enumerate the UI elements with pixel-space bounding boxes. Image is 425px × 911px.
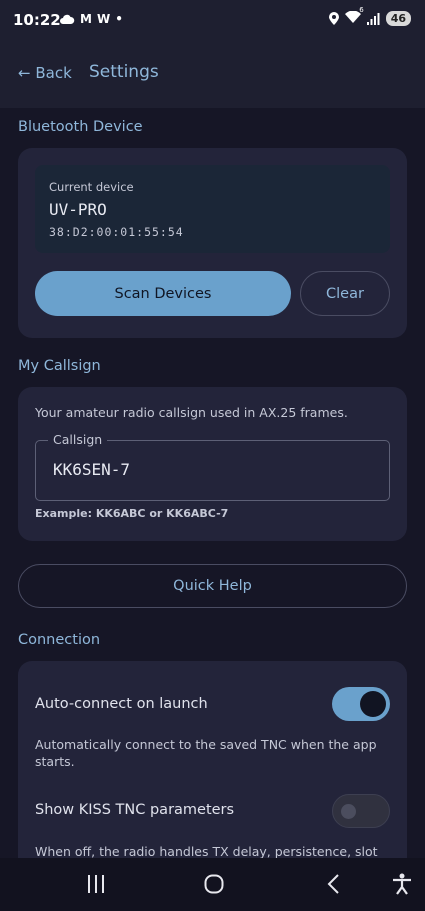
- signal-icon: [366, 12, 380, 25]
- auto-connect-toggle[interactable]: [332, 687, 390, 721]
- status-left-icons: M W •: [59, 12, 123, 26]
- quick-help-button[interactable]: Quick Help: [18, 564, 407, 608]
- kiss-params-description: When off, the radio handles TX delay, pe…: [35, 844, 378, 858]
- section-title-connection: Connection: [18, 632, 101, 648]
- app-header: ← Back Settings: [0, 40, 425, 108]
- current-device-box: Current device UV-PRO 38:D2:00:01:55:54: [35, 165, 390, 253]
- connection-card: Auto-connect on launch Automatically con…: [18, 661, 407, 858]
- callsign-card: Your amateur radio callsign used in AX.2…: [18, 387, 407, 541]
- back-icon[interactable]: [326, 874, 340, 894]
- cloud-icon: [60, 14, 75, 24]
- page-title: Settings: [89, 62, 159, 82]
- battery-indicator: 46: [385, 11, 411, 26]
- bluetooth-card: Current device UV-PRO 38:D2:00:01:55:54 …: [18, 148, 407, 338]
- settings-content[interactable]: Bluetooth Device Current device UV-PRO 3…: [0, 108, 425, 858]
- system-nav-bar: [0, 858, 425, 911]
- back-button[interactable]: ← Back: [18, 64, 72, 82]
- auto-connect-description: Automatically connect to the saved TNC w…: [35, 737, 377, 769]
- callsign-hint: Example: KK6ABC or KK6ABC-7: [35, 507, 229, 520]
- callsign-field[interactable]: Callsign KK6SEN-7: [35, 432, 390, 501]
- toggle-knob: [341, 804, 356, 819]
- callsign-description: Your amateur radio callsign used in AX.2…: [35, 405, 348, 420]
- location-icon: [328, 12, 339, 25]
- device-mac-address: 38:D2:00:01:55:54: [49, 225, 184, 239]
- dot-icon: •: [115, 12, 123, 26]
- wifi-badge: 6: [359, 6, 364, 14]
- clear-device-button[interactable]: Clear: [300, 271, 390, 316]
- status-time: 10:22: [13, 11, 61, 29]
- scan-devices-button[interactable]: Scan Devices: [35, 271, 291, 316]
- recent-apps-icon[interactable]: [87, 875, 105, 893]
- toggle-knob: [360, 691, 386, 717]
- status-right-icons: 6 46: [328, 6, 411, 26]
- auto-connect-label: Auto-connect on launch: [35, 696, 208, 712]
- home-icon[interactable]: [204, 874, 224, 894]
- w-app-icon: W: [96, 12, 111, 26]
- gmail-icon: M: [80, 12, 92, 26]
- callsign-field-label: Callsign: [48, 432, 108, 447]
- callsign-input[interactable]: KK6SEN-7: [53, 460, 130, 479]
- kiss-params-label: Show KISS TNC parameters: [35, 802, 235, 818]
- status-bar: 10:22 M W • 6 46: [0, 0, 425, 40]
- section-title-callsign: My Callsign: [18, 358, 101, 374]
- kiss-params-toggle[interactable]: [332, 794, 390, 828]
- current-device-label: Current device: [49, 180, 134, 194]
- accessibility-icon[interactable]: [392, 873, 412, 895]
- device-name: UV-PRO: [49, 200, 107, 219]
- wifi-icon: 6: [344, 6, 364, 26]
- section-title-bluetooth: Bluetooth Device: [18, 119, 143, 135]
